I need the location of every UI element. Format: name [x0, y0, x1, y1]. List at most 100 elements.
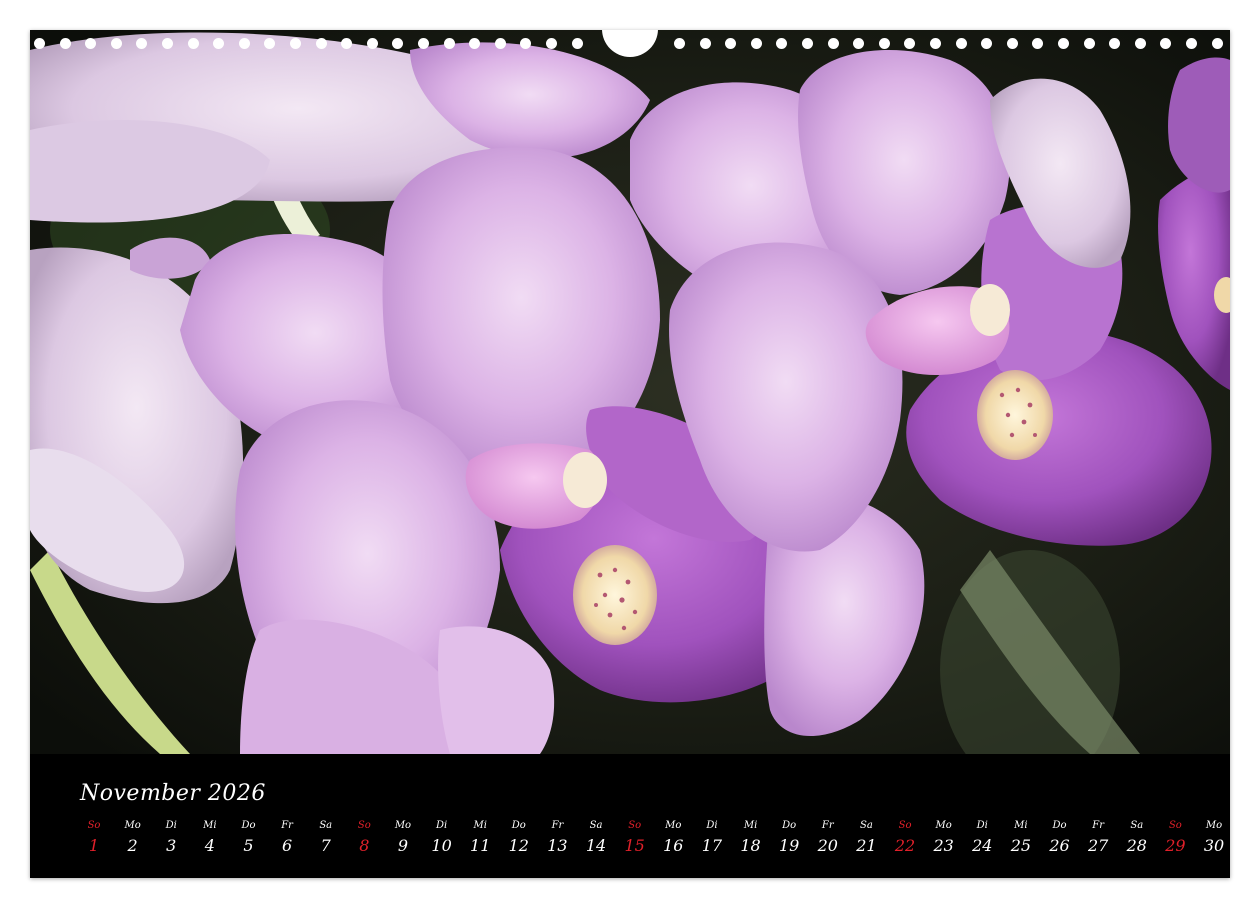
binding-hole — [955, 38, 967, 49]
binding-hole — [1006, 38, 1018, 49]
weekday-label: Mo — [1205, 820, 1223, 831]
weekday-label: Mi — [1014, 820, 1028, 831]
binding-hole — [315, 38, 327, 49]
weekday-label: So — [87, 820, 101, 831]
day-cell: Mi 18 — [734, 820, 768, 855]
day-cell: Fr 6 — [270, 820, 304, 855]
binding-hole — [443, 38, 455, 49]
binding-hole — [34, 38, 45, 49]
binding-hole — [110, 38, 122, 49]
weekday-label: Do — [1052, 820, 1067, 831]
day-number: 27 — [1087, 836, 1109, 855]
day-number: 30 — [1203, 836, 1225, 855]
weekday-label: Fr — [821, 820, 834, 831]
weekday-label: Di — [435, 820, 448, 831]
binding-hole — [571, 38, 583, 49]
binding-hole — [1134, 38, 1146, 49]
day-number: 9 — [397, 836, 409, 855]
day-number: 25 — [1010, 836, 1032, 855]
day-cell: Di 17 — [695, 820, 729, 855]
binding-hole — [725, 38, 737, 49]
weekday-label: Do — [241, 820, 256, 831]
day-cell: So 8 — [347, 820, 381, 855]
binding-hole — [750, 38, 762, 49]
weekday-label: Mo — [394, 820, 412, 831]
day-number: 5 — [243, 836, 254, 855]
day-cell: Mo 30 — [1197, 820, 1230, 855]
weekday-label: Mo — [665, 820, 682, 831]
binding-hole — [878, 38, 890, 49]
day-number: 6 — [282, 836, 293, 855]
binding-hole — [930, 38, 941, 49]
day-row: So 1 Mo 2 Di 3 Mi 4 Do 5 Fr 6 Sa 7 So 8 Mo 9 Di 10 Mi 11 Do 12 F… — [84, 820, 1225, 866]
binding-hole — [213, 38, 225, 49]
binding-hole — [136, 38, 148, 49]
day-number: 22 — [894, 836, 916, 855]
binding-hole — [674, 38, 685, 49]
weekday-label: So — [1168, 820, 1182, 831]
weekday-label: Do — [511, 820, 526, 831]
day-cell: Mo 2 — [116, 820, 150, 855]
binding-hole — [494, 38, 506, 49]
binding-hole — [392, 38, 404, 49]
binding-hole — [264, 38, 276, 49]
day-cell: So 22 — [888, 820, 922, 855]
binding-hole — [187, 38, 199, 49]
weekday-label: Sa — [319, 820, 333, 831]
day-number: 13 — [547, 836, 568, 855]
day-cell: Do 19 — [772, 820, 806, 855]
binding-hole — [699, 38, 711, 49]
day-number: 14 — [585, 836, 607, 855]
weekday-label: Mo — [124, 820, 141, 831]
day-cell: Fr 13 — [540, 820, 574, 855]
weekday-label: Mi — [203, 820, 217, 831]
binding-hole — [853, 38, 865, 49]
day-cell: Di 24 — [965, 820, 999, 855]
day-number: 20 — [817, 836, 838, 855]
day-number: 24 — [972, 836, 993, 855]
binding-hole — [85, 38, 97, 49]
day-cell: Fr 27 — [1081, 820, 1115, 855]
day-number: 26 — [1049, 836, 1070, 855]
day-number: 19 — [778, 836, 800, 855]
binding-hole — [520, 38, 532, 49]
day-number: 21 — [856, 836, 877, 855]
binding-hole — [59, 38, 71, 49]
day-cell: So 1 — [77, 820, 111, 855]
day-cell: Mi 25 — [1004, 820, 1038, 855]
day-cell: Di 10 — [425, 820, 459, 855]
weekday-label: Di — [165, 820, 177, 831]
binding-hole — [802, 38, 813, 49]
weekday-label: Sa — [1130, 820, 1144, 831]
day-cell: Do 12 — [502, 820, 536, 855]
day-number: 11 — [470, 836, 491, 855]
binding-hole — [469, 38, 481, 49]
binding-hole — [981, 38, 993, 49]
day-number: 10 — [431, 836, 452, 855]
day-cell: Sa 21 — [849, 820, 883, 855]
binding-hole — [1083, 38, 1095, 49]
weekday-label: Fr — [551, 820, 564, 831]
binding-hole — [1032, 38, 1044, 49]
day-cell: Mo 16 — [656, 820, 690, 855]
day-number: 8 — [359, 836, 370, 855]
binding-hole — [776, 38, 788, 49]
binding-hole — [162, 38, 173, 49]
day-number: 29 — [1165, 836, 1186, 855]
binding-hole — [1109, 38, 1121, 49]
day-number: 1 — [88, 836, 100, 855]
binding-hole — [366, 38, 378, 49]
day-number: 2 — [127, 836, 138, 855]
day-number: 18 — [740, 836, 761, 855]
day-cell: Sa 7 — [309, 820, 343, 855]
weekday-label: Do — [782, 820, 797, 831]
day-number: 3 — [166, 836, 177, 855]
weekday-label: Mo — [935, 820, 952, 831]
day-cell: Do 5 — [231, 820, 265, 855]
day-number: 12 — [508, 836, 529, 855]
binding-hole — [290, 38, 301, 49]
day-number: 15 — [624, 836, 645, 855]
weekday-label: Fr — [1092, 820, 1104, 831]
day-cell: So 15 — [618, 820, 652, 855]
weekday-label: Sa — [860, 820, 873, 831]
